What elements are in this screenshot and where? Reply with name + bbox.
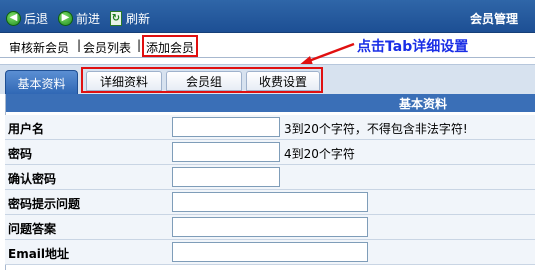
back-label: 后退 xyxy=(24,11,49,26)
form-section-header: 基本资料 xyxy=(5,94,535,112)
forward-label: 前进 xyxy=(76,11,101,26)
confirm-password-label: 确认密码 xyxy=(8,172,57,186)
refresh-icon: ↻ xyxy=(110,10,122,26)
toolbar: ◀ 后退 ▶ 前进 ↻ 刷新 会员管理 xyxy=(0,0,535,33)
username-label: 用户名 xyxy=(8,122,45,136)
tab-basic-info[interactable]: 基本资料 xyxy=(5,70,78,96)
answer-input[interactable] xyxy=(172,217,368,237)
form-row-password: 密码 4到20个字符 xyxy=(5,140,535,165)
password-label: 密码 xyxy=(8,147,33,161)
tab-detailed-info[interactable]: 详细资料 xyxy=(86,71,162,91)
back-button[interactable]: ◀ 后退 xyxy=(6,10,48,26)
subnav-item-review-members[interactable]: 审核新会员 xyxy=(9,39,69,56)
forward-button[interactable]: ▶ 前进 xyxy=(58,10,100,26)
forward-arrow-icon: ▶ xyxy=(58,10,73,26)
password-question-input[interactable] xyxy=(172,192,368,212)
page-title: 会员管理 xyxy=(469,12,518,26)
refresh-label: 刷新 xyxy=(126,11,151,26)
subnav-item-add-member[interactable]: 添加会员 xyxy=(146,39,194,56)
username-input[interactable] xyxy=(172,117,280,137)
username-hint: 3到20个字符，不得包含非法字符! xyxy=(284,122,468,136)
tab-strip: 基本资料 详细资料 会员组 收费设置 xyxy=(0,64,535,96)
password-input[interactable] xyxy=(172,142,280,162)
form-row-password-question: 密码提示问题 xyxy=(5,190,535,215)
back-arrow-icon: ◀ xyxy=(6,10,21,26)
subnav-separator: | xyxy=(137,38,142,52)
refresh-button[interactable]: ↻ 刷新 xyxy=(110,10,150,26)
form-row-confirm-password: 确认密码 xyxy=(5,165,535,190)
email-input[interactable] xyxy=(172,242,368,262)
password-hint: 4到20个字符 xyxy=(284,147,355,161)
annotation-text: 点击Tab详细设置 xyxy=(357,39,469,55)
subnav-separator: | xyxy=(77,38,82,52)
tab-fee-settings[interactable]: 收费设置 xyxy=(246,71,320,91)
email-label: Email地址 xyxy=(8,247,70,261)
confirm-password-input[interactable] xyxy=(172,167,280,187)
form-row-answer: 问题答案 xyxy=(5,215,535,240)
password-question-label: 密码提示问题 xyxy=(8,197,81,211)
tab-member-group[interactable]: 会员组 xyxy=(166,71,242,91)
form-row-username: 用户名 3到20个字符，不得包含非法字符! xyxy=(5,115,535,140)
form-row-email: Email地址 xyxy=(5,240,535,265)
subnav-item-member-list[interactable]: 会员列表 xyxy=(83,39,131,56)
answer-label: 问题答案 xyxy=(8,222,57,236)
